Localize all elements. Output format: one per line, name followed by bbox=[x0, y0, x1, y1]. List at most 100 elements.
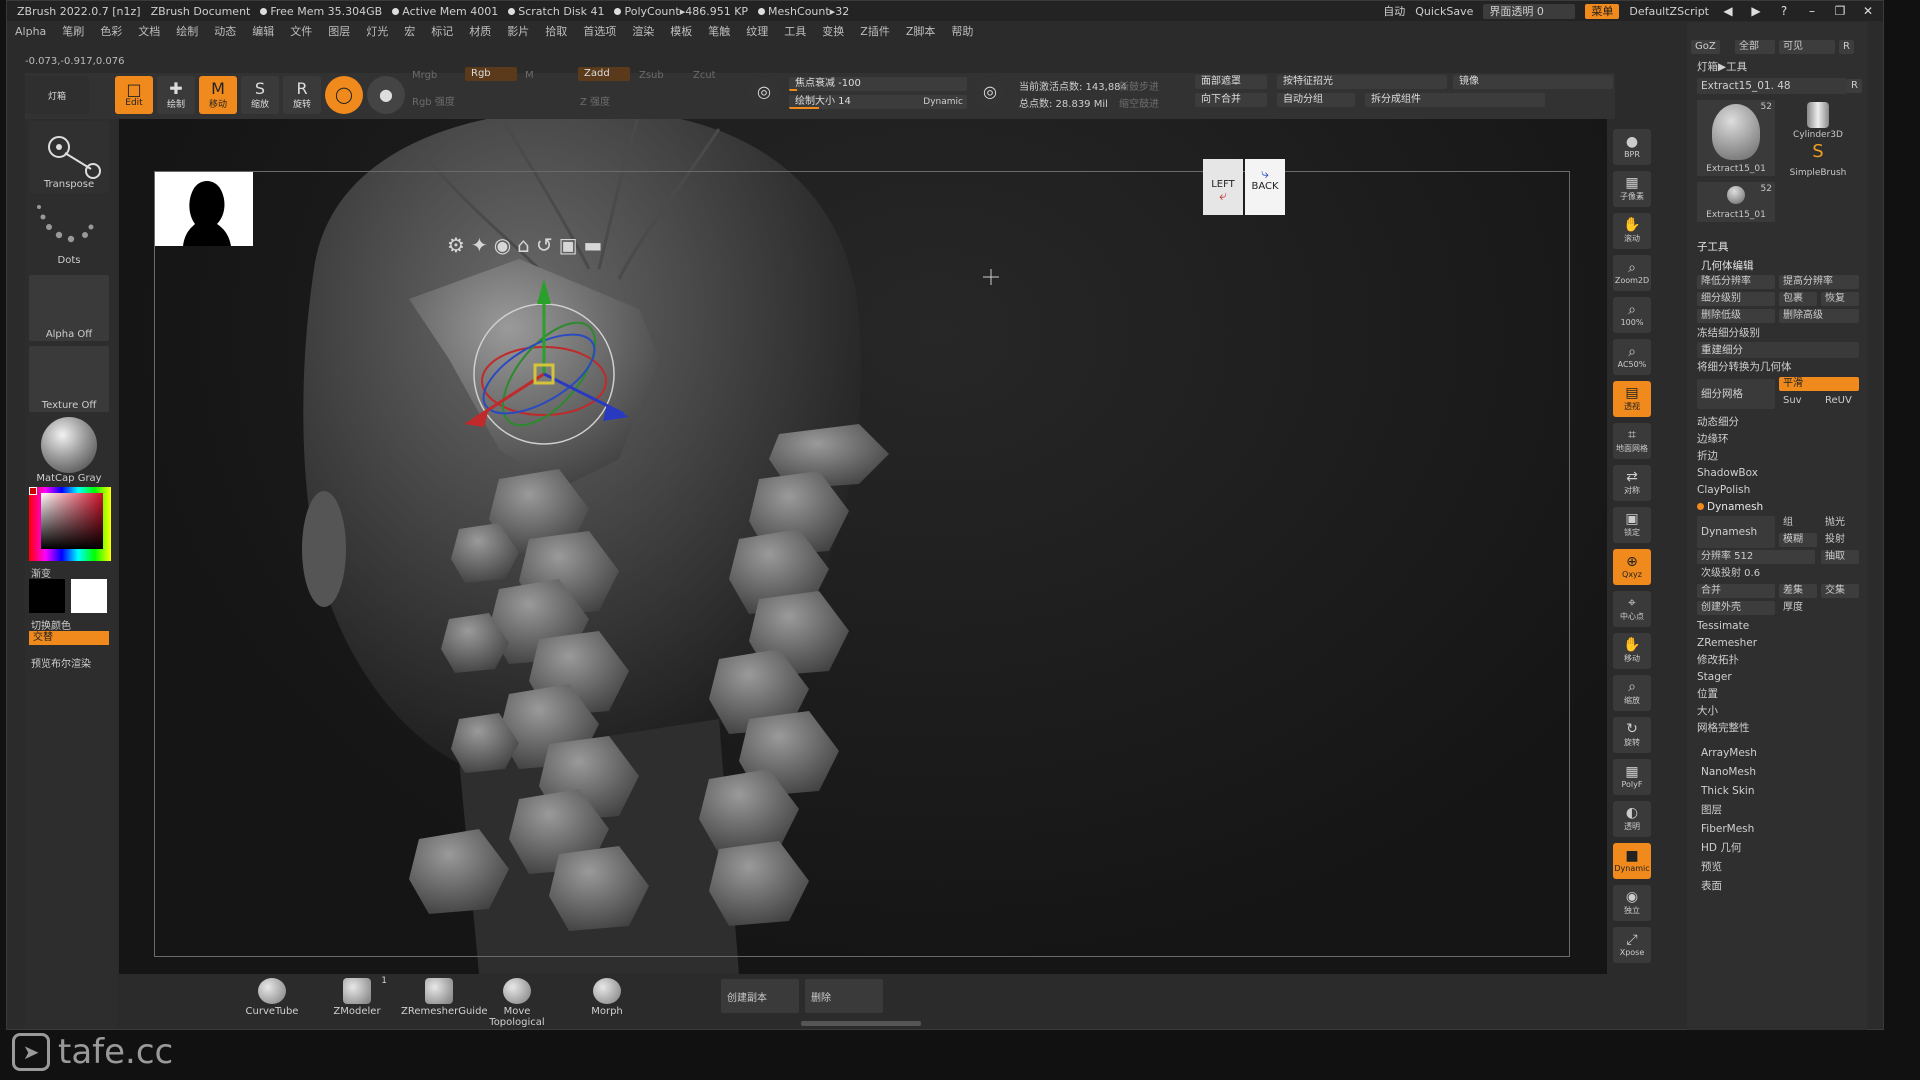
lightbox-button[interactable]: 灯箱 bbox=[25, 76, 89, 114]
help-icon[interactable]: ? bbox=[1775, 4, 1793, 18]
menu-item[interactable]: 绘制 bbox=[168, 23, 206, 39]
modify-topology-header[interactable]: 修改拓扑 bbox=[1697, 652, 1859, 668]
menu-item[interactable]: 编辑 bbox=[244, 23, 282, 39]
stager-header[interactable]: Stager bbox=[1697, 669, 1859, 685]
delete-button[interactable]: 删除 bbox=[805, 979, 883, 1013]
move-topological-brush[interactable]: Move Topological bbox=[479, 976, 555, 1028]
shelf-button[interactable]: ⌕ AC50% bbox=[1613, 339, 1651, 375]
thickness-slider[interactable]: 厚度 bbox=[1779, 601, 1859, 615]
reuv-toggle[interactable]: ReUV bbox=[1821, 394, 1859, 408]
nanomesh-header[interactable]: NanoMesh bbox=[1701, 764, 1863, 780]
zremesherguide-brush[interactable]: ZRemesherGuide bbox=[401, 976, 488, 1017]
menu-item[interactable]: 宏 bbox=[396, 23, 423, 39]
claypolish-header[interactable]: ClayPolish bbox=[1697, 482, 1859, 498]
preview-boolean-button[interactable]: 预览布尔渲染 bbox=[31, 655, 91, 670]
color-picker-square[interactable] bbox=[41, 493, 103, 549]
shelf-button[interactable]: ◉ 独立 bbox=[1613, 885, 1651, 921]
menu-item[interactable]: 标记 bbox=[423, 23, 461, 39]
shelf-button[interactable]: ⤢ Xpose bbox=[1613, 927, 1651, 963]
alpha-tile[interactable]: Alpha Off bbox=[29, 275, 109, 341]
gizmo-lock-icon[interactable]: ▣ bbox=[559, 233, 578, 257]
quicksave-button[interactable]: QuickSave bbox=[1415, 5, 1473, 18]
layout-left-icon[interactable]: ◀ bbox=[1719, 4, 1737, 18]
tessimate-header[interactable]: Tessimate bbox=[1697, 618, 1859, 634]
menu-item[interactable]: 文件 bbox=[282, 23, 320, 39]
menu-item[interactable]: 灯光 bbox=[358, 23, 396, 39]
merge-down-button[interactable]: 向下合并 bbox=[1195, 93, 1267, 107]
tool-thumb-simplebrush[interactable]: S SimpleBrush bbox=[1779, 142, 1857, 179]
suv-toggle[interactable]: Suv bbox=[1779, 394, 1817, 408]
current-tool-slider[interactable]: Extract15_01. 48 bbox=[1697, 78, 1847, 94]
subdiv-level-slider[interactable]: 细分级别 bbox=[1697, 292, 1775, 306]
subtool-header[interactable]: 子工具 bbox=[1697, 239, 1859, 255]
layers-header[interactable]: 图层 bbox=[1701, 802, 1863, 818]
create-shell-button[interactable]: 创建外壳 bbox=[1697, 601, 1775, 615]
auto-group-button[interactable]: 自动分组 bbox=[1277, 93, 1355, 107]
menu-item[interactable]: 笔刷 bbox=[54, 23, 92, 39]
gizmo-settings-icon[interactable]: ⚙ bbox=[447, 233, 465, 257]
morph-brush[interactable]: Morph bbox=[569, 976, 645, 1017]
menu-item[interactable]: 动态 bbox=[206, 23, 244, 39]
move-button[interactable]: M 移动 bbox=[199, 76, 237, 114]
zadd-button[interactable]: Zadd bbox=[578, 67, 630, 81]
split-groups-button[interactable]: 拆分成组件 bbox=[1365, 93, 1545, 107]
menu-item[interactable]: Alpha bbox=[7, 25, 54, 38]
menu-item[interactable]: 首选项 bbox=[575, 23, 624, 39]
surface-header[interactable]: 表面 bbox=[1701, 878, 1863, 894]
shelf-button[interactable]: ⌖ 中心点 bbox=[1613, 591, 1651, 627]
menu-item[interactable]: 图层 bbox=[320, 23, 358, 39]
s-pivot-button[interactable]: ◎ bbox=[749, 77, 779, 107]
mrgb-button[interactable]: Mrgb bbox=[412, 70, 437, 81]
draw-size-slider[interactable]: 绘制大小 14 Dynamic bbox=[789, 95, 967, 109]
sub-projection-slider[interactable]: 次级投射 0.6 bbox=[1697, 567, 1859, 581]
hd-geometry-header[interactable]: HD 几何 bbox=[1701, 840, 1863, 856]
fade-label-2[interactable]: 缩空鼓进 bbox=[1119, 95, 1159, 110]
z-intensity-slider[interactable]: Z 强度 bbox=[580, 93, 610, 108]
group-toggle[interactable]: 组 bbox=[1779, 516, 1817, 530]
gizmo-home-icon[interactable]: ⌂ bbox=[517, 233, 530, 257]
zremesher-header[interactable]: ZRemesher bbox=[1697, 635, 1859, 651]
menu-item[interactable]: 笔触 bbox=[700, 23, 738, 39]
restore-icon[interactable]: ❐ bbox=[1831, 4, 1849, 18]
crease-header[interactable]: 折边 bbox=[1697, 448, 1859, 464]
restore-button[interactable]: 恢复 bbox=[1821, 292, 1859, 306]
zmodeler-brush[interactable]: ZModeler 1 bbox=[319, 976, 395, 1017]
view-cube-left-face[interactable]: LEFT ⤶ bbox=[1203, 159, 1243, 215]
texture-tile[interactable]: Texture Off bbox=[29, 346, 109, 412]
feature-polish-slider[interactable]: 按特征招光 bbox=[1277, 75, 1447, 89]
shelf-button[interactable]: ▦ 子像素 bbox=[1613, 171, 1651, 207]
transpose-tile[interactable]: Transpose bbox=[29, 121, 109, 193]
menu-item[interactable]: 工具 bbox=[776, 23, 814, 39]
size-header[interactable]: 大小 bbox=[1697, 703, 1859, 719]
default-zscript-button[interactable]: DefaultZScript bbox=[1629, 5, 1709, 18]
mirror-button[interactable]: 镜像 bbox=[1453, 75, 1613, 89]
mesh-integrity-header[interactable]: 网格完整性 bbox=[1697, 720, 1859, 736]
blur-slider[interactable]: 模糊 bbox=[1779, 533, 1817, 547]
position-header[interactable]: 位置 bbox=[1697, 686, 1859, 702]
polish-toggle[interactable]: 抛光 bbox=[1821, 516, 1859, 530]
dynamesh-button[interactable]: Dynamesh bbox=[1697, 516, 1775, 548]
stroke-dots-tile[interactable]: Dots bbox=[29, 199, 109, 269]
shelf-button[interactable]: ● BPR bbox=[1613, 129, 1651, 165]
goz-button[interactable]: GoZ bbox=[1691, 40, 1720, 54]
project-toggle[interactable]: 投射 bbox=[1821, 533, 1859, 547]
curvetube-brush[interactable]: CurveTube bbox=[234, 976, 310, 1017]
edge-loop-header[interactable]: 边缘环 bbox=[1697, 431, 1859, 447]
smooth-toggle[interactable]: 平滑 bbox=[1779, 377, 1859, 391]
shelf-button[interactable]: ⌕ Zoom2D bbox=[1613, 255, 1651, 291]
menu-item[interactable]: 文档 bbox=[130, 23, 168, 39]
r-small-button[interactable]: R bbox=[1847, 79, 1862, 93]
sculpt-canvas[interactable]: ⚙ ✦ ◉ ⌂ ↺ ▣ ▬ LEFT ⤶ ⤷ BACK bbox=[119, 119, 1607, 974]
shelf-button[interactable]: ⌕ 缩放 bbox=[1613, 675, 1651, 711]
ui-transparency-slider[interactable]: 界面透明 0 bbox=[1483, 3, 1576, 19]
material-sphere-button[interactable]: ● bbox=[367, 76, 405, 114]
menu-item[interactable]: 变换 bbox=[814, 23, 852, 39]
tool-thumb-extract[interactable]: 52 Extract15_01 bbox=[1697, 100, 1775, 176]
lightbox-tool-header[interactable]: 灯箱▶工具 bbox=[1697, 59, 1859, 75]
menu-item[interactable]: 模板 bbox=[662, 23, 700, 39]
scale-button[interactable]: S 缩放 bbox=[241, 76, 279, 114]
shelf-button[interactable]: ▤ 透视 bbox=[1613, 381, 1651, 417]
layout-right-icon[interactable]: ▶ bbox=[1747, 4, 1765, 18]
all-button[interactable]: 全部 bbox=[1735, 40, 1775, 54]
m-button[interactable]: M bbox=[525, 70, 534, 81]
